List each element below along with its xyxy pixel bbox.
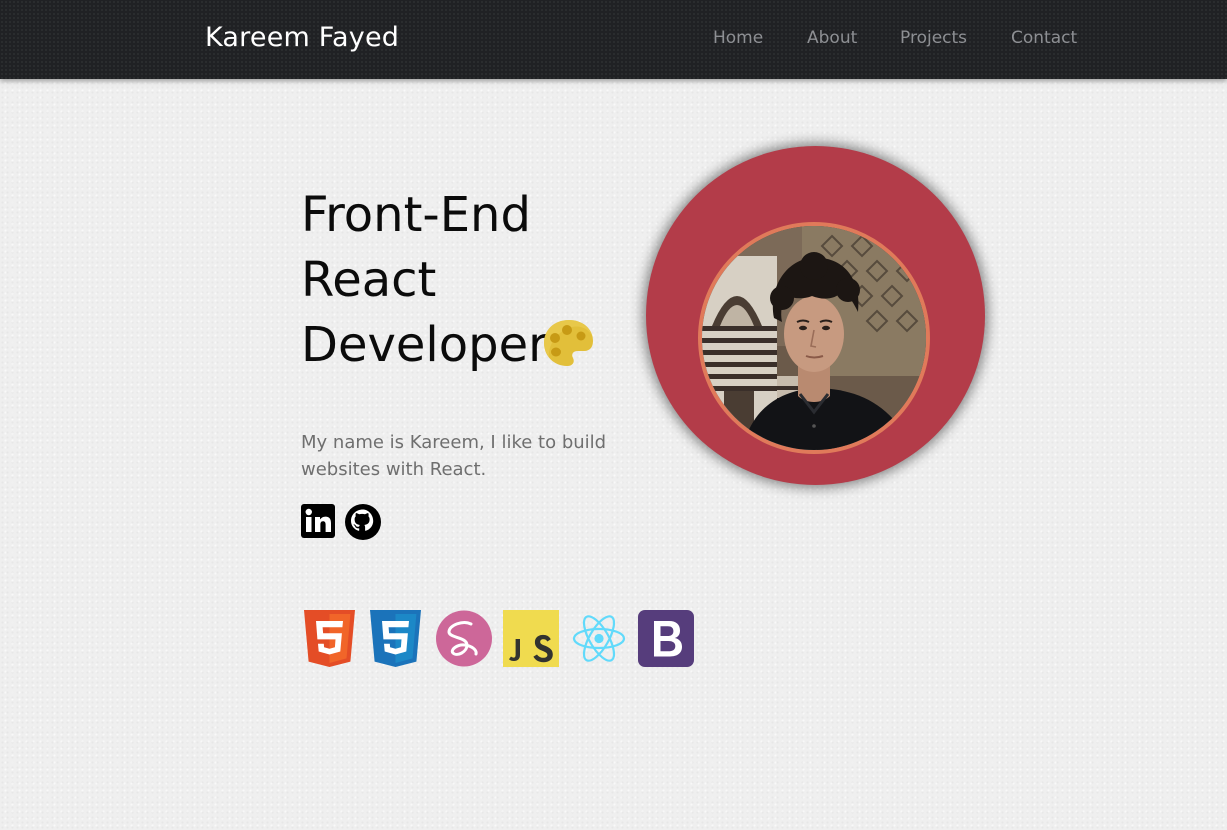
hero-title-line: Developer (301, 317, 548, 373)
linkedin-icon[interactable] (301, 504, 337, 540)
github-icon[interactable] (345, 504, 381, 540)
nav-link-projects[interactable]: Projects (900, 27, 967, 49)
brand-name[interactable]: Kareem Fayed (205, 21, 399, 55)
javascript-icon (503, 610, 559, 667)
nav-link-contact[interactable]: Contact (1011, 27, 1077, 49)
hero-title: Front-End React Developer (301, 183, 661, 378)
avatar (698, 222, 930, 454)
nav-link-home[interactable]: Home (713, 27, 763, 49)
artist-palette-icon (544, 320, 593, 366)
navbar: Kareem Fayed Home About Projects Contact (0, 0, 1227, 79)
bootstrap-icon (638, 610, 694, 667)
hero-intro: My name is Kareem, I like to build websi… (301, 432, 607, 480)
css3-icon (370, 610, 421, 667)
profile-photo (702, 226, 926, 450)
react-icon (572, 615, 626, 662)
sass-icon (436, 610, 492, 667)
nav-link-about[interactable]: About (807, 27, 857, 49)
html5-icon (304, 610, 355, 667)
hero-title-line: Front-End (301, 187, 531, 243)
hero-title-line: React (301, 252, 437, 308)
